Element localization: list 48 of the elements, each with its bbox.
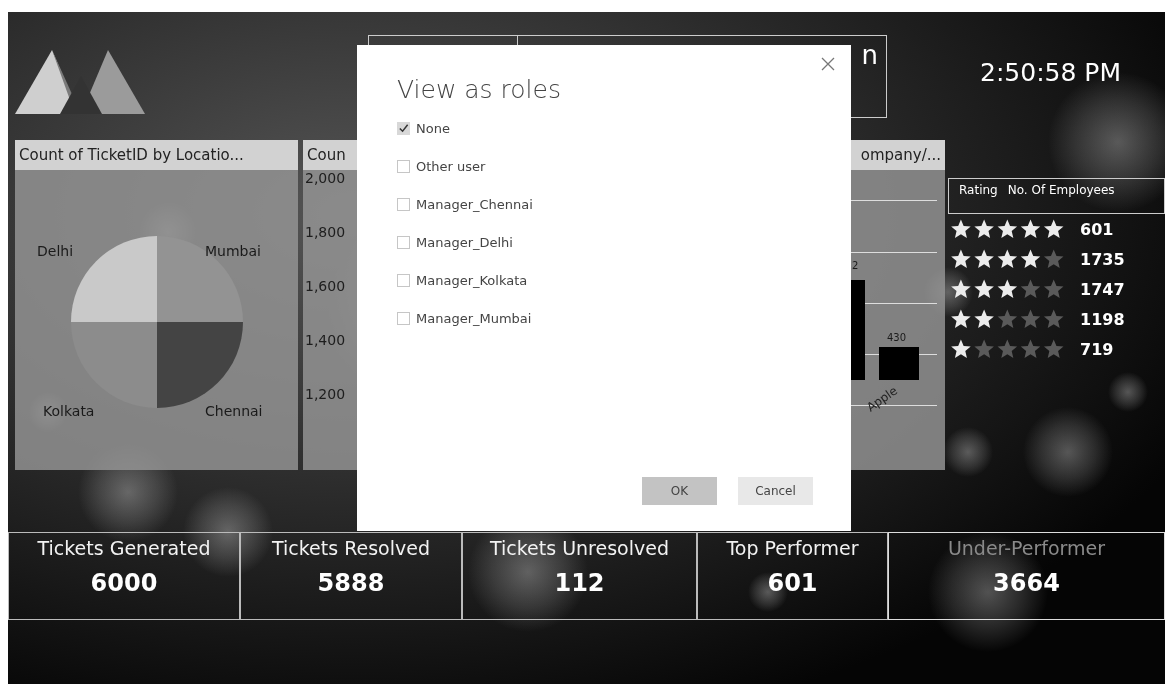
card-label: Tickets Resolved bbox=[272, 537, 430, 559]
card-value: 5888 bbox=[317, 569, 385, 597]
axis-tick: 2,000 bbox=[305, 170, 346, 188]
close-icon[interactable] bbox=[819, 55, 837, 73]
dialog-title: View as roles bbox=[397, 75, 562, 104]
axis-tick: 1,400 bbox=[305, 332, 346, 350]
column-header: Rating bbox=[959, 183, 998, 199]
card-value: 112 bbox=[554, 569, 605, 597]
checkbox[interactable] bbox=[397, 311, 410, 325]
card-label: Tickets Unresolved bbox=[490, 537, 669, 559]
report-title: n bbox=[861, 40, 878, 72]
ok-button[interactable]: OK bbox=[642, 477, 717, 505]
slice-label: Chennai bbox=[205, 403, 263, 419]
slice-label: Kolkata bbox=[43, 403, 95, 419]
chart-title: Count of TicketID by Locatio... bbox=[15, 140, 298, 170]
bar bbox=[879, 347, 919, 380]
employee-count: 601 bbox=[1080, 219, 1114, 239]
checkbox[interactable] bbox=[397, 159, 410, 173]
slice-label: Delhi bbox=[37, 243, 74, 259]
axis-tick: 1,200 bbox=[305, 386, 346, 404]
role-option[interactable]: None bbox=[416, 120, 450, 136]
card-value: 6000 bbox=[90, 569, 158, 597]
column-header: No. Of Employees bbox=[1007, 183, 1115, 199]
checkbox[interactable] bbox=[397, 273, 410, 287]
card-label: Under-Performer bbox=[947, 537, 1106, 559]
role-option[interactable]: Manager_Kolkata bbox=[416, 272, 528, 288]
clock-time: 2:50:58 PM bbox=[980, 58, 1122, 89]
axis-tick: 1,600 bbox=[305, 278, 346, 296]
role-option[interactable]: Manager_Chennai bbox=[416, 196, 533, 212]
bar-value: 430 bbox=[887, 332, 907, 343]
card-label: Top Performer bbox=[726, 537, 859, 559]
role-option[interactable]: Manager_Mumbai bbox=[416, 310, 532, 326]
card-label: Tickets Generated bbox=[37, 537, 211, 559]
card-value: 601 bbox=[767, 569, 818, 597]
employee-count: 1735 bbox=[1080, 249, 1125, 269]
card-value: 3664 bbox=[993, 569, 1060, 597]
employee-count: 1747 bbox=[1080, 279, 1125, 299]
employee-count: 719 bbox=[1080, 339, 1114, 359]
slice-label: Mumbai bbox=[205, 243, 261, 259]
axis-tick: 1,800 bbox=[305, 224, 346, 242]
checkbox[interactable] bbox=[397, 235, 410, 249]
logo-icon bbox=[15, 50, 145, 114]
checkbox[interactable] bbox=[397, 121, 410, 135]
bar-value: 2 bbox=[852, 260, 859, 272]
role-option[interactable]: Manager_Delhi bbox=[416, 234, 513, 250]
checkbox[interactable] bbox=[397, 197, 410, 211]
cancel-button[interactable]: Cancel bbox=[738, 477, 813, 505]
employee-count: 1198 bbox=[1080, 309, 1125, 329]
